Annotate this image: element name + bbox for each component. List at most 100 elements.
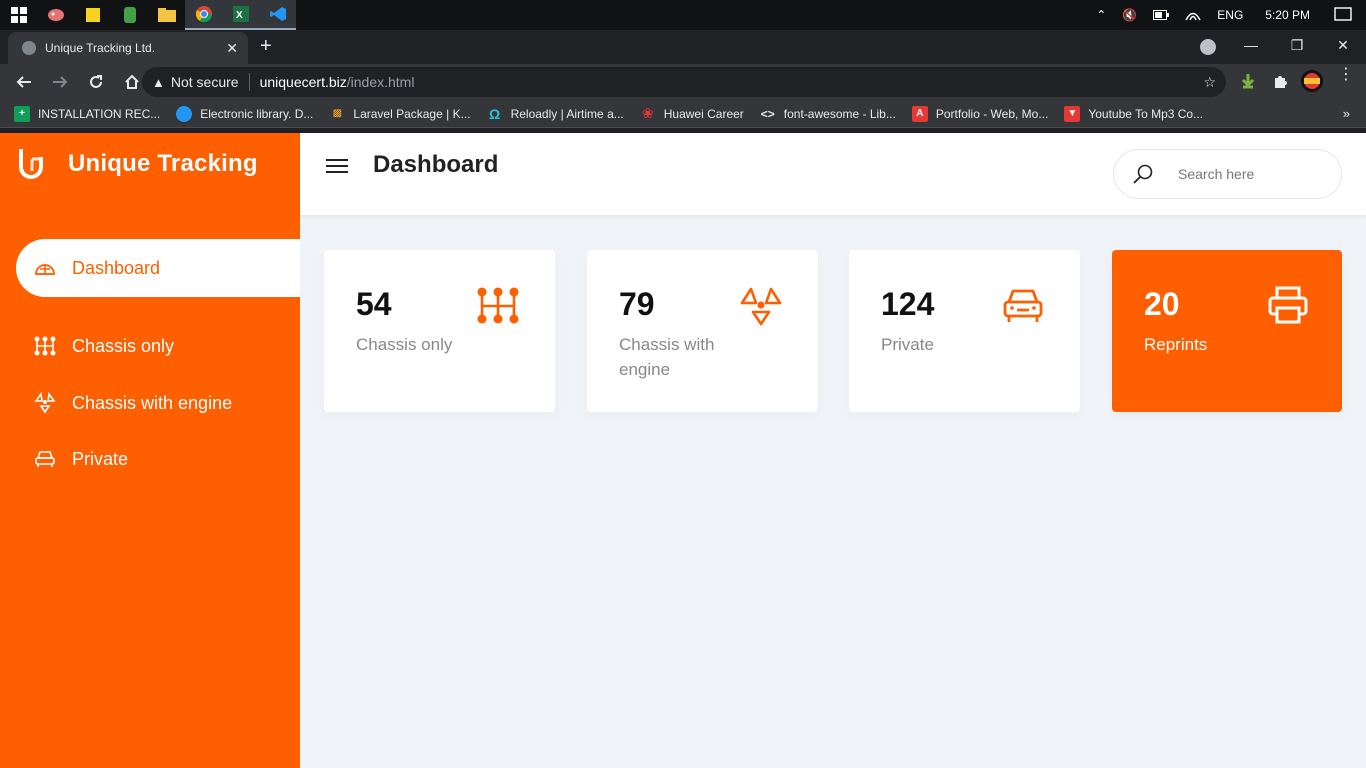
reload-icon[interactable] bbox=[80, 66, 112, 98]
bookmark-label: Reloadly | Airtime a... bbox=[510, 106, 624, 121]
stat-label: Chassis with engine bbox=[619, 335, 715, 379]
dashboard-icon bbox=[34, 257, 56, 279]
printer-icon bbox=[1268, 286, 1308, 324]
bookmark-item[interactable]: Electronic library. D... bbox=[176, 105, 314, 122]
tab-search-icon[interactable] bbox=[1200, 39, 1216, 55]
stat-value: 79 bbox=[619, 286, 655, 322]
more-bookmarks-icon[interactable]: » bbox=[1343, 106, 1350, 121]
new-tab-button[interactable]: + bbox=[260, 35, 280, 59]
bookmark-label: Huawei Career bbox=[663, 106, 744, 121]
stat-value: 54 bbox=[356, 286, 392, 322]
file-explorer-app-icon[interactable] bbox=[148, 0, 185, 30]
stat-label: Private bbox=[881, 335, 934, 354]
chassis-icon bbox=[34, 335, 56, 357]
bookmark-star-icon[interactable]: ☆ bbox=[1203, 74, 1216, 91]
sticky-notes-app-icon[interactable] bbox=[74, 0, 111, 30]
language-indicator[interactable]: ENG bbox=[1217, 8, 1243, 22]
battery-icon[interactable] bbox=[1153, 10, 1170, 20]
sidebar-item-chassis-only[interactable]: Chassis only bbox=[16, 317, 300, 375]
notification-icon[interactable] bbox=[1334, 7, 1352, 23]
database-app-icon[interactable] bbox=[111, 0, 148, 30]
url-path[interactable]: /index.html bbox=[347, 74, 415, 90]
stat-label: Reprints bbox=[1144, 335, 1208, 354]
bookmark-label: font-awesome - Lib... bbox=[783, 106, 896, 121]
search-icon[interactable] bbox=[1132, 163, 1154, 185]
stat-card-reprints[interactable]: 20 Reprints bbox=[1112, 250, 1342, 412]
browser-tab[interactable]: Unique Tracking Ltd. ✕ bbox=[8, 32, 248, 64]
url-host[interactable]: uniquecert.biz bbox=[260, 74, 347, 90]
security-label[interactable]: Not secure bbox=[171, 74, 239, 90]
windows-taskbar: X ⌃ 🔇 ENG 5:20 PM bbox=[0, 0, 1366, 30]
warning-icon[interactable]: ▲ bbox=[152, 75, 165, 90]
close-tab-icon[interactable]: ✕ bbox=[226, 40, 238, 57]
portfolio-icon: A bbox=[911, 105, 928, 122]
forward-icon[interactable] bbox=[44, 66, 76, 98]
browser-tab-bar: Unique Tracking Ltd. ✕ + — ❐ ✕ bbox=[0, 30, 1366, 64]
stat-value: 124 bbox=[881, 286, 935, 322]
bookmark-label: Youtube To Mp3 Co... bbox=[1088, 106, 1204, 121]
extensions-puzzle-icon[interactable] bbox=[1269, 70, 1291, 92]
page-title: Dashboard bbox=[373, 151, 499, 178]
mute-icon[interactable]: 🔇 bbox=[1122, 8, 1137, 22]
sidebar-item-private[interactable]: Private bbox=[16, 430, 300, 488]
search-input[interactable] bbox=[1178, 166, 1318, 182]
bookmark-item[interactable]: ▩ Laravel Package | K... bbox=[329, 106, 471, 122]
web-page: Unique Tracking Dashboard Chassis only C… bbox=[0, 133, 1366, 768]
search-box[interactable] bbox=[1113, 149, 1342, 199]
chrome-app-icon[interactable] bbox=[185, 0, 222, 30]
profile-avatar[interactable] bbox=[1301, 70, 1323, 92]
sidebar-item-label: Private bbox=[72, 448, 129, 469]
hamburger-menu-icon[interactable] bbox=[326, 155, 350, 177]
bookmarks-bar: + INSTALLATION REC... Electronic library.… bbox=[0, 100, 1366, 128]
excel-app-icon[interactable]: X bbox=[222, 0, 259, 30]
svg-text:X: X bbox=[236, 10, 243, 21]
bookmark-label: Laravel Package | K... bbox=[353, 106, 471, 121]
sheets-icon: + bbox=[14, 105, 30, 122]
browser-menu-icon[interactable]: ⋮ bbox=[1338, 67, 1354, 83]
bookmark-label: Electronic library. D... bbox=[200, 106, 314, 121]
stat-label: Chassis only bbox=[356, 335, 453, 354]
bookmark-item[interactable]: <> font-awesome - Lib... bbox=[760, 106, 896, 122]
brand[interactable]: Unique Tracking bbox=[18, 147, 258, 181]
bookmark-label: Portfolio - Web, Mo... bbox=[935, 106, 1049, 121]
chart-icon: ▩ bbox=[332, 108, 343, 119]
address-separator bbox=[248, 73, 250, 91]
topbar: Dashboard bbox=[300, 133, 1366, 215]
globe-icon bbox=[176, 105, 193, 122]
engine-icon bbox=[34, 392, 56, 414]
wifi-icon[interactable] bbox=[1185, 9, 1201, 21]
clock[interactable]: 5:20 PM bbox=[1265, 8, 1310, 22]
chevron-up-icon[interactable]: ⌃ bbox=[1096, 8, 1106, 22]
bookmark-item[interactable]: + INSTALLATION REC... bbox=[14, 105, 160, 122]
address-bar[interactable]: ▲ Not secure uniquecert.biz /index.html … bbox=[142, 67, 1226, 97]
sidebar-item-dashboard[interactable]: Dashboard bbox=[16, 239, 300, 297]
sidebar-item-label: Chassis only bbox=[72, 335, 175, 356]
bookmark-item[interactable]: A Portfolio - Web, Mo... bbox=[911, 105, 1049, 122]
back-icon[interactable] bbox=[8, 66, 40, 98]
bookmark-item[interactable]: Ω Reloadly | Airtime a... bbox=[487, 106, 624, 122]
restore-icon[interactable]: ❐ bbox=[1274, 30, 1320, 60]
vscode-app-icon[interactable] bbox=[259, 0, 296, 30]
car-icon bbox=[1003, 289, 1043, 322]
download-extension-icon[interactable] bbox=[1237, 70, 1259, 92]
windows-start-icon[interactable] bbox=[0, 0, 37, 30]
tab-title: Unique Tracking Ltd. bbox=[45, 41, 156, 55]
sidebar: Unique Tracking Dashboard Chassis only C… bbox=[0, 133, 300, 768]
download-icon: ▼ bbox=[1064, 105, 1081, 122]
stat-card-private[interactable]: 124 Private bbox=[849, 250, 1080, 412]
brand-name: Unique Tracking bbox=[68, 150, 258, 177]
sidebar-item-label: Dashboard bbox=[72, 257, 161, 278]
car-icon bbox=[34, 448, 56, 470]
bookmark-item[interactable]: ❀ Huawei Career bbox=[640, 105, 744, 122]
code-icon: <> bbox=[760, 106, 775, 121]
close-window-icon[interactable]: ✕ bbox=[1320, 30, 1366, 60]
sidebar-item-chassis-with-engine[interactable]: Chassis with engine bbox=[16, 374, 300, 432]
huawei-icon: ❀ bbox=[641, 105, 654, 121]
engine-icon bbox=[740, 287, 782, 326]
stat-card-chassis-with-engine[interactable]: 79 Chassis with engine bbox=[587, 250, 818, 412]
stat-card-chassis-only[interactable]: 54 Chassis only bbox=[324, 250, 555, 412]
bookmark-item[interactable]: ▼ Youtube To Mp3 Co... bbox=[1064, 105, 1204, 122]
stat-value: 20 bbox=[1144, 286, 1180, 322]
minimize-icon[interactable]: — bbox=[1228, 30, 1274, 60]
paint-app-icon[interactable] bbox=[37, 0, 74, 30]
